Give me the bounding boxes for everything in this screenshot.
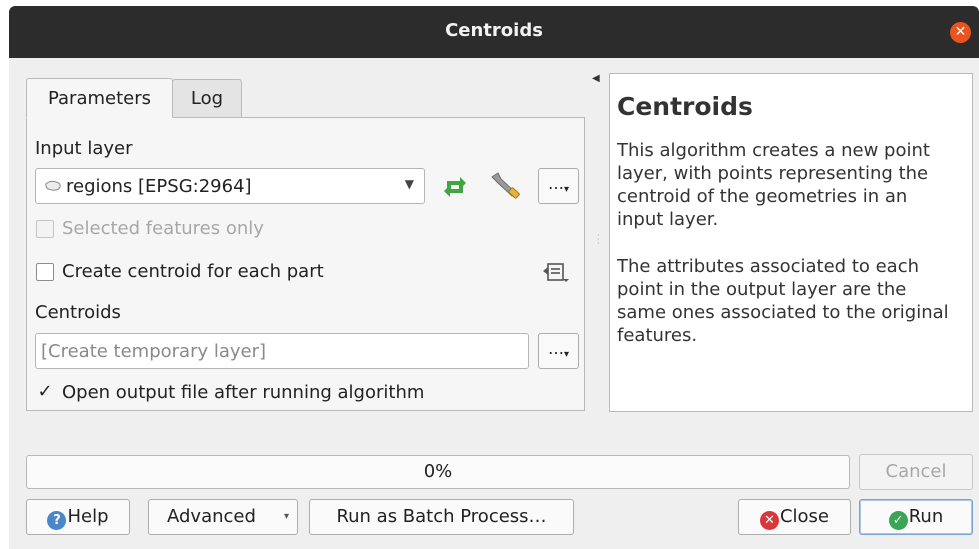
chevron-down-icon: ▾ <box>283 511 289 522</box>
splitter-handle[interactable]: · · · <box>597 232 600 248</box>
title-bar: Centroids ✕ <box>9 6 979 58</box>
chevron-down-icon: ▼ <box>404 177 414 191</box>
browse-label: … <box>547 174 564 193</box>
tab-log-label: Log <box>190 88 224 109</box>
input-layer-browse-button[interactable]: …▾ <box>538 168 579 204</box>
run-batch-process-button[interactable]: Run as Batch Process… <box>309 499 574 535</box>
selected-features-only-label: Selected features only <box>62 218 264 239</box>
data-defined-override-icon[interactable] <box>542 261 570 283</box>
wrench-settings-icon[interactable] <box>488 170 524 202</box>
run-button[interactable]: ✓ Run <box>859 499 973 535</box>
iterate-over-features-icon[interactable] <box>441 174 469 200</box>
help-title: Centroids <box>617 92 753 121</box>
close-label: Close <box>779 506 830 527</box>
centroids-output-placeholder: [Create temporary layer] <box>41 341 267 362</box>
run-batch-label: Run as Batch Process… <box>336 506 547 527</box>
advanced-button[interactable]: Advanced ▾ <box>148 499 298 535</box>
tab-parameters-label: Parameters <box>47 88 152 109</box>
run-label: Run <box>908 506 944 527</box>
help-icon: ? <box>47 511 67 530</box>
progress-text: 0% <box>423 461 453 482</box>
cancel-button[interactable]: Cancel <box>859 454 973 490</box>
tab-parameters[interactable]: Parameters <box>26 78 173 118</box>
window-close-icon[interactable]: ✕ <box>950 22 971 43</box>
help-panel: Centroids This algorithm creates a new p… <box>609 73 973 412</box>
cancel-label: Cancel <box>885 461 947 482</box>
parameters-panel: Input layer regions [EPSG:2964] ▼ …▾ Sel… <box>26 117 585 411</box>
input-layer-value: regions [EPSG:2964] <box>66 176 252 197</box>
browse-label: … <box>547 339 564 358</box>
centroids-output-browse-button[interactable]: …▾ <box>538 333 579 369</box>
input-layer-combobox[interactable]: regions [EPSG:2964] ▼ <box>35 168 425 204</box>
check-circle-icon: ✓ <box>888 511 908 530</box>
input-layer-label: Input layer <box>35 138 133 159</box>
tab-log[interactable]: Log <box>172 79 242 118</box>
polygon-layer-icon <box>45 180 61 191</box>
centroid-each-part-label: Create centroid for each part <box>62 261 324 282</box>
open-output-checkbox[interactable]: ✓ <box>36 383 54 402</box>
open-output-label: Open output file after running algorithm <box>62 382 425 403</box>
close-circle-icon: ✕ <box>759 511 779 530</box>
help-button[interactable]: ? Help <box>26 499 130 535</box>
help-label: Help <box>67 506 109 527</box>
collapse-help-arrow-icon[interactable]: ◀ <box>592 73 600 84</box>
help-paragraph-1: This algorithm creates a new point layer… <box>617 140 930 230</box>
close-button[interactable]: ✕ Close <box>738 499 851 535</box>
advanced-label: Advanced <box>167 506 256 527</box>
centroid-each-part-checkbox[interactable] <box>36 263 54 281</box>
window-title: Centroids <box>445 20 543 41</box>
selected-features-only-checkbox[interactable] <box>36 220 54 238</box>
centroids-dialog: Centroids ✕ Parameters Log Input layer r… <box>9 6 979 549</box>
help-paragraph-2: The attributes associated to each point … <box>617 256 949 346</box>
centroids-output-field[interactable]: [Create temporary layer] <box>35 333 529 369</box>
centroids-output-label: Centroids <box>35 302 121 323</box>
progress-bar: 0% <box>26 455 850 489</box>
